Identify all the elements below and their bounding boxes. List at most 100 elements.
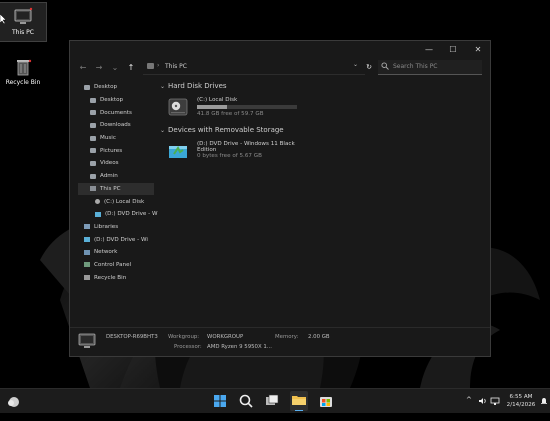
sidebar-item-downloads[interactable]: Downloads: [78, 119, 158, 132]
sidebar-item-label: Recycle Bin: [94, 274, 127, 281]
weather-widget-icon[interactable]: [6, 393, 22, 409]
sidebar-item-this-pc[interactable]: This PC: [78, 182, 154, 196]
library-icon: [84, 224, 90, 230]
processor-label: Processor:: [174, 344, 202, 350]
hard-drive-icon: [168, 97, 188, 119]
mouse-cursor-icon: [0, 14, 7, 24]
sidebar-item-label: Admin: [100, 173, 118, 180]
sidebar-item-control-panel[interactable]: Control Panel: [78, 259, 158, 272]
sidebar-item-local-disk[interactable]: (C:) Local Disk: [78, 195, 158, 208]
collapse-chevron-icon: ⌄: [160, 126, 166, 134]
sidebar-item-music[interactable]: Music: [78, 132, 158, 145]
dvd-icon: [84, 237, 90, 243]
clock-time: 6:55 AM: [509, 394, 533, 400]
tray-overflow-chevron[interactable]: ^: [466, 396, 472, 420]
desktop-icon-recycle-bin[interactable]: Recycle Bin: [0, 57, 46, 93]
sidebar-item-libraries[interactable]: Libraries: [78, 221, 158, 234]
dvd-drive-icon: [168, 142, 188, 162]
close-button[interactable]: ✕: [467, 41, 489, 57]
disk-usage-bar: [197, 105, 297, 109]
collapse-chevron-icon: ⌄: [160, 82, 166, 90]
sidebar-item-label: (D:) DVD Drive - W: [105, 211, 158, 218]
sidebar-item-dvd-drive-root[interactable]: (D:) DVD Drive - Wi: [78, 233, 158, 246]
file-explorer-taskbar-icon[interactable]: [290, 391, 308, 411]
sidebar-item-desktop[interactable]: Desktop: [78, 81, 158, 94]
sidebar-item-dvd-drive[interactable]: (D:) DVD Drive - W: [78, 208, 158, 221]
speaker-icon[interactable]: [478, 396, 488, 420]
maximize-button[interactable]: ☐: [442, 41, 464, 57]
minimize-button[interactable]: —: [418, 41, 440, 57]
control-panel-icon: [84, 262, 90, 268]
folder-icon: [90, 122, 96, 128]
network-icon: [84, 249, 90, 255]
task-view-icon[interactable]: [264, 393, 280, 409]
address-dropdown-chevron[interactable]: ⌄: [353, 61, 358, 68]
sidebar-item-label: Videos: [100, 160, 119, 167]
sidebar-item-documents[interactable]: Documents: [78, 106, 158, 119]
network-icon[interactable]: [490, 396, 500, 420]
sidebar-item-recycle-bin[interactable]: Recycle Bin: [78, 271, 158, 284]
forward-button[interactable]: →: [92, 59, 106, 75]
back-button[interactable]: ←: [76, 59, 90, 75]
drive-free-space: 41.8 GB free of 59.7 GB: [197, 111, 264, 117]
folder-icon: [90, 110, 96, 116]
clock[interactable]: 6:55 AM 2/14/2026: [504, 393, 538, 417]
search-icon[interactable]: [238, 393, 254, 409]
monitor-icon: [13, 7, 33, 27]
removable-storage-group[interactable]: ⌄ Devices with Removable Storage: [160, 125, 360, 135]
sidebar-item-label: (D:) DVD Drive - Wi: [94, 236, 148, 243]
taskbar: ^ 6:55 AM 2/14/2026: [0, 388, 550, 413]
desktop-icon-label: This PC: [12, 29, 34, 36]
sidebar-item-label: Desktop: [100, 97, 124, 104]
sidebar-item-label: Desktop: [94, 84, 118, 91]
sidebar-item-label: Control Panel: [94, 261, 132, 268]
desktop-folder-icon: [84, 84, 90, 90]
disk-usage-fill: [197, 105, 227, 109]
address-location[interactable]: This PC: [165, 63, 187, 70]
workgroup-value: WORKGROUP: [207, 334, 244, 340]
notification-bell-icon[interactable]: [540, 397, 548, 421]
sidebar-item-desktop-folder[interactable]: Desktop: [78, 94, 158, 107]
sidebar-item-label: This PC: [100, 185, 121, 192]
up-button[interactable]: ↑: [124, 59, 138, 75]
sidebar-item-label: Documents: [100, 109, 132, 116]
group-header: Devices with Removable Storage: [168, 126, 284, 134]
drive-free-space: 0 bytes free of 5.67 GB: [197, 153, 262, 159]
local-disk-item[interactable]: (C:) Local Disk 41.8 GB free of 59.7 GB: [168, 94, 318, 120]
search-box[interactable]: Search This PC: [378, 60, 482, 75]
sidebar-item-videos[interactable]: Videos: [78, 157, 158, 170]
folder-icon: [90, 97, 96, 103]
group-header: Hard Disk Drives: [168, 82, 227, 90]
sidebar-item-label: (C:) Local Disk: [104, 198, 145, 205]
refresh-button[interactable]: ↻: [362, 59, 376, 75]
memory-label: Memory:: [275, 334, 299, 340]
navigation-pane: Desktop Desktop Documents Downloads Musi…: [78, 81, 158, 284]
store-icon[interactable]: [318, 393, 334, 409]
search-placeholder: Search This PC: [393, 63, 438, 70]
computer-icon: [90, 186, 96, 192]
folder-icon: [90, 148, 96, 154]
memory-value: 2.00 GB: [308, 334, 330, 340]
active-app-indicator: [295, 409, 303, 411]
dvd-drive-item[interactable]: (D:) DVD Drive - Windows 11 Black Editio…: [168, 139, 318, 167]
details-pane: DESKTOP-R69BHT3 Workgroup: WORKGROUP Mem…: [70, 327, 490, 356]
sidebar-item-network[interactable]: Network: [78, 246, 158, 259]
sidebar-item-label: Network: [94, 249, 118, 256]
sidebar-item-admin[interactable]: Admin: [78, 170, 158, 183]
sidebar-item-pictures[interactable]: Pictures: [78, 144, 158, 157]
start-button[interactable]: [212, 393, 228, 409]
sidebar-item-label: Libraries: [94, 223, 119, 230]
dvd-icon: [95, 211, 101, 217]
file-explorer-window: — ☐ ✕ ← → ⌄ ↑ › This PC ⌄ ↻ Search This …: [69, 40, 491, 357]
folder-icon: [90, 160, 96, 166]
title-bar[interactable]: — ☐ ✕: [70, 41, 490, 57]
folder-icon: [90, 173, 96, 179]
address-bar[interactable]: › This PC ⌄: [143, 60, 365, 75]
hard-disk-drives-group[interactable]: ⌄ Hard Disk Drives: [160, 81, 485, 91]
recent-locations-button[interactable]: ⌄: [108, 59, 122, 75]
drive-name: (C:) Local Disk: [197, 97, 238, 103]
clock-date: 2/14/2026: [506, 402, 536, 408]
content-pane: ⌄ Hard Disk Drives (C:) Local Disk 41.8 …: [160, 81, 485, 159]
desktop-icon-label: Recycle Bin: [5, 79, 41, 86]
sidebar-item-label: Music: [100, 135, 116, 142]
